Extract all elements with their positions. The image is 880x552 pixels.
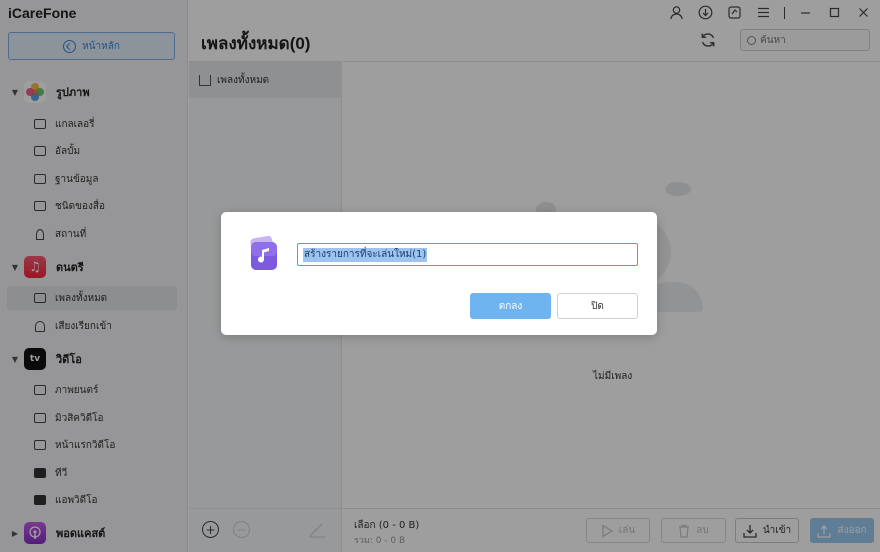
playlist-music-icon <box>243 234 283 274</box>
ok-button[interactable]: ตกลง <box>470 293 551 319</box>
new-playlist-dialog: สร้างรายการที่จะเล่นใหม่(1) ตกลง ปิด <box>221 212 657 335</box>
close-button[interactable]: ปิด <box>557 293 638 319</box>
playlist-name-selection: สร้างรายการที่จะเล่นใหม่(1) <box>303 248 428 262</box>
